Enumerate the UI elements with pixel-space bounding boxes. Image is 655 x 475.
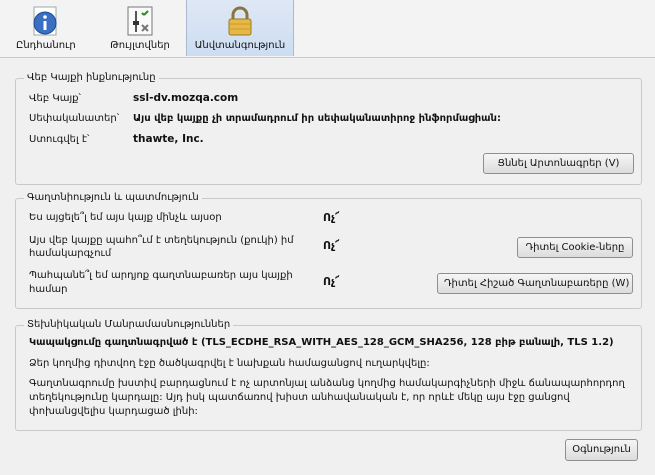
permissions-icon <box>127 6 153 36</box>
cookies-answer: Ոչ՜ <box>323 239 340 252</box>
privacy-history-group: Գաղտնիություն և պատմություն Ես այցելե՞լ … <box>15 192 642 309</box>
encryption-desc-line2: Գաղտնագրումը խստիվ բարդացնում է ոչ արտոն… <box>29 378 625 389</box>
verified-by-key: Ստուգվել է՝ <box>29 134 90 145</box>
lock-icon <box>228 6 252 36</box>
encryption-desc-line4: փոխանցվելիս կարդացած լինի: <box>29 406 198 417</box>
technical-details-group: Տեխնիկական Մանրամասնություններ Կապակցում… <box>15 319 642 431</box>
tab-general[interactable]: Ընդհանուր <box>16 0 76 56</box>
owner-value: Այս վեբ կայքը չի տրամադրում իր սեփականատ… <box>133 113 501 124</box>
passwords-question-line1: Պահպանե՞լ եմ արդյոք գաղտնաբառեր այս կայք… <box>29 270 293 281</box>
tab-toolbar: Ընդհանուր Թույլտվներ Անվտանգություն <box>0 0 655 58</box>
view-saved-passwords-button[interactable]: Դիտել Հիշած Գաղտնաբառերը (W) <box>437 273 633 294</box>
encryption-desc-line3: տեղեկությունը կարդալը: Այդ իսկ պատճառով … <box>29 392 570 403</box>
privacy-history-title: Գաղտնիություն և պատմություն <box>24 192 202 203</box>
passwords-answer: Ոչ՜ <box>323 275 340 288</box>
encryption-status: Կապակցումը գաղտնագրված է (TLS_ECDHE_RSA_… <box>29 337 614 348</box>
tab-security-label: Անվտանգություն <box>194 40 286 51</box>
tab-permissions-label: Թույլտվներ <box>110 40 170 51</box>
technical-details-title: Տեխնիկական Մանրամասնություններ <box>24 319 234 330</box>
website-identity-title: Վեբ Կայքի ինքնությունը <box>24 72 159 83</box>
tab-permissions[interactable]: Թույլտվներ <box>103 0 177 56</box>
visited-before-question: Ես այցելե՞լ եմ այս կայք մինչև այսօր <box>29 212 222 223</box>
website-key: Վեբ Կայք՝ <box>29 93 81 104</box>
cookies-question-line2: համակարգչում <box>29 248 112 259</box>
tab-security[interactable]: Անվտանգություն <box>186 0 294 56</box>
verified-by-value: thawte, Inc. <box>133 133 204 145</box>
info-icon <box>33 6 57 36</box>
tab-general-label: Ընդհանուր <box>16 40 76 51</box>
view-cookies-button[interactable]: Դիտել Cookie-ները <box>517 237 633 258</box>
view-certificate-button[interactable]: Ցննել Արտոնագրեր (V) <box>483 153 634 174</box>
website-value: ssl-dv.mozqa.com <box>133 92 239 104</box>
encryption-desc-line1: Ձեր կողմից դիտվող էջը ծածկագրվել է նախքա… <box>29 358 430 369</box>
visited-before-answer: Ոչ՜ <box>323 211 340 224</box>
passwords-question-line2: համար <box>29 284 68 295</box>
website-identity-group: Վեբ Կայքի ինքնությունը Վեբ Կայք՝ ssl-dv.… <box>15 72 642 185</box>
help-button[interactable]: Օգնություն <box>565 439 638 461</box>
owner-key: Սեփականատեր՝ <box>29 113 120 124</box>
cookies-question-line1: Այս վեբ կայքը պահո՞ւմ է տեղեկություն (քո… <box>29 235 294 246</box>
